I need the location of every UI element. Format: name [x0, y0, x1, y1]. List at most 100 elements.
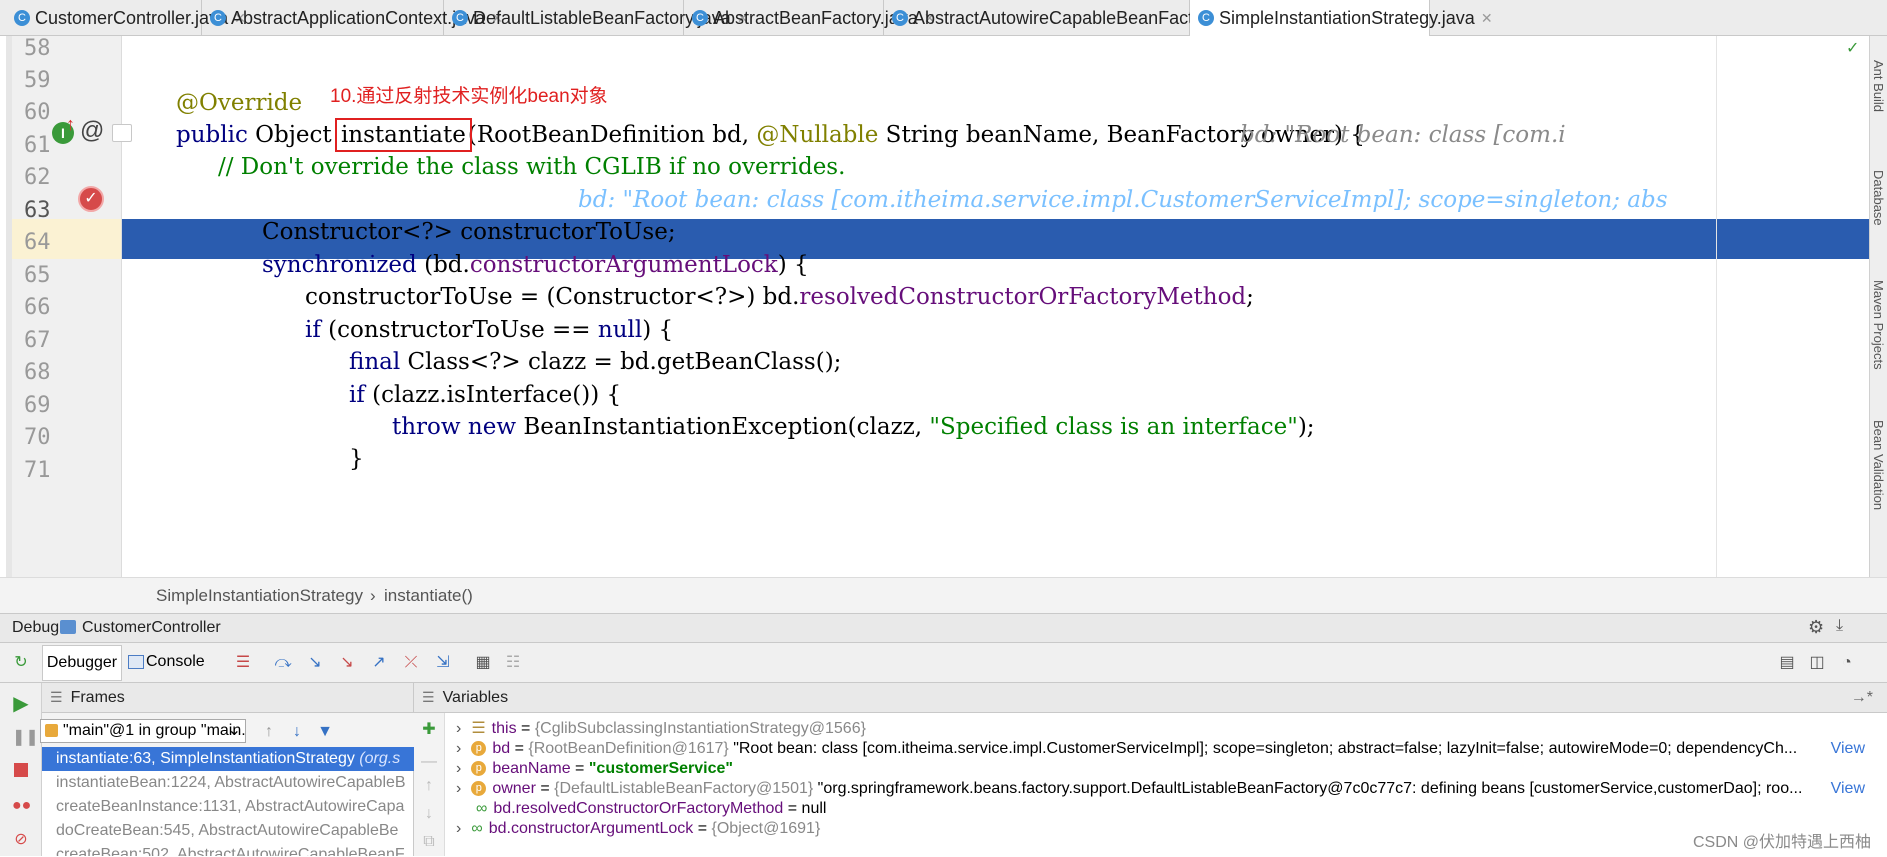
overhead-icon[interactable]: ◔	[1838, 654, 1856, 672]
new-watch-icon[interactable]: ✚	[420, 721, 438, 739]
debug-actions-strip: ▶ ❚❚ ●● ⊘	[0, 683, 42, 856]
frames-panel: ☰ Frames "main"@1 in group "main... ⌄ ↑ …	[40, 683, 414, 856]
code-line-67: if (constructorToUse == null) {	[305, 317, 674, 343]
rerun-icon[interactable]: ↻	[12, 654, 30, 672]
variable-row[interactable]: › ∞ bd.constructorArgumentLock = {Object@1…	[456, 817, 820, 841]
inline-debug-hint: bd: "Root bean: class [com.i	[1240, 122, 1566, 148]
evaluate-expression-icon[interactable]: ▦	[474, 654, 492, 672]
frame-row[interactable]: instantiate:63, SimpleInstantiationStrat…	[42, 747, 414, 771]
close-icon[interactable]: ✕	[1481, 10, 1493, 27]
variables-tree: › ☰ this = {CglibSubclassingInstantiationS…	[456, 717, 1856, 857]
code-line-60: @Override	[176, 90, 303, 116]
run-config-name[interactable]: CustomerController	[82, 619, 221, 637]
next-frame-icon[interactable]: ↓	[288, 723, 306, 741]
class-icon: C	[210, 10, 226, 26]
remove-watch-icon[interactable]: —	[420, 753, 438, 771]
line-number: 70	[24, 425, 51, 450]
variables-toolbar: ✚ — ↑ ↓ ⧉	[414, 713, 445, 856]
frame-row[interactable]: doCreateBean:545, AbstractAutowireCapabl…	[42, 819, 414, 843]
field-watch-icon: ∞	[471, 820, 483, 837]
line-number: 62	[24, 165, 51, 190]
frame-row[interactable]: instantiateBean:1224, AbstractAutowireCa…	[42, 771, 414, 795]
show-execution-point-icon[interactable]: ☰	[234, 654, 252, 672]
memory-icon[interactable]: ◫	[1808, 654, 1826, 672]
force-step-into-icon[interactable]: ↘	[338, 654, 356, 672]
right-margin-guide	[1716, 36, 1717, 577]
resume-icon[interactable]: ▶	[12, 694, 30, 714]
code-line-65: synchronized (bd.constructorArgumentLock…	[262, 252, 809, 278]
tab-debugger[interactable]: Debugger	[42, 645, 122, 681]
tab-console[interactable]: Console →*	[124, 645, 224, 704]
chevron-right-icon[interactable]: ›	[456, 780, 461, 797]
view-breakpoints-icon[interactable]: ●●	[12, 797, 31, 815]
tool-ant-build[interactable]: Ant Build	[1871, 60, 1886, 112]
tab-abstract-application-context[interactable]: C AbstractApplicationContext.java ✕	[202, 0, 503, 36]
code-line-61: public Object instantiate(RootBeanDefini…	[176, 118, 1365, 152]
line-number: 68	[24, 360, 51, 385]
breadcrumb-method[interactable]: instantiate()	[384, 586, 473, 606]
breakpoint-icon[interactable]: ✓	[78, 186, 104, 212]
filter-icon[interactable]: ▼	[316, 723, 334, 741]
line-number: 67	[24, 328, 51, 353]
parameter-icon: p	[471, 781, 487, 797]
line-number: 65	[24, 263, 51, 288]
chevron-right-icon[interactable]: ›	[456, 760, 461, 777]
tab-abstract-autowire-capable-bean-factory[interactable]: C AbstractAutowireCapableBeanFactory.java…	[884, 0, 1273, 36]
step-into-icon[interactable]: ↘	[306, 654, 324, 672]
frame-row[interactable]: createBean:502, AbstractAutowireCapableB…	[42, 843, 414, 856]
line-number: 71	[24, 458, 51, 483]
trace-icon[interactable]: ☷	[504, 654, 522, 672]
annotation-icon[interactable]: @	[80, 117, 104, 145]
tool-bean-validation[interactable]: Bean Validation	[1871, 420, 1886, 510]
list-icon: ☰	[422, 689, 435, 705]
pin-icon[interactable]: →*	[1851, 689, 1873, 707]
stop-icon[interactable]	[12, 763, 30, 781]
step-out-icon[interactable]: ↗	[370, 654, 388, 672]
tab-simple-instantiation-strategy[interactable]: C SimpleInstantiationStrategy.java ✕	[1190, 0, 1493, 36]
breadcrumb-separator: ›	[370, 586, 376, 605]
parameter-icon: p	[471, 741, 487, 757]
line-number: 58	[24, 36, 51, 61]
parameter-icon: p	[471, 761, 487, 777]
thread-select[interactable]: "main"@1 in group "main... ⌄	[40, 719, 246, 743]
fold-marker-icon[interactable]	[112, 124, 132, 142]
restore-layout-icon[interactable]: ▤	[1778, 654, 1796, 672]
frame-row[interactable]: createBeanInstance:1131, AbstractAutowir…	[42, 795, 414, 819]
move-down-icon[interactable]: ↓	[420, 805, 438, 823]
copy-icon[interactable]: ⧉	[420, 833, 438, 851]
tool-maven-projects[interactable]: Maven Projects	[1871, 280, 1886, 370]
code-line-66: constructorToUse = (Constructor<?>) bd.r…	[305, 284, 1254, 310]
check-icon: ✓	[1846, 40, 1860, 57]
previous-frame-icon[interactable]: ↑	[260, 723, 278, 741]
chevron-right-icon[interactable]: ›	[456, 820, 461, 837]
chevron-right-icon[interactable]: ›	[456, 740, 461, 757]
inline-debug-hint-current: bd: "Root bean: class [com.itheima.servi…	[578, 187, 1668, 213]
pause-icon[interactable]: ❚❚	[12, 729, 39, 747]
view-link[interactable]: View	[1826, 737, 1865, 761]
variables-header: ☰ Variables →*	[414, 683, 1887, 713]
class-icon: C	[892, 10, 908, 26]
tab-customer-controller[interactable]: C CustomerController.java ✕	[6, 0, 246, 36]
breadcrumb-class[interactable]: SimpleInstantiationStrategy	[156, 586, 363, 606]
arrow-up-icon: ↑	[66, 114, 75, 134]
mute-breakpoints-icon[interactable]: ⊘	[12, 831, 30, 849]
class-icon: C	[692, 10, 708, 26]
debug-tool-window-header: Debug CustomerController ⚙ ⤓	[0, 613, 1887, 643]
move-up-icon[interactable]: ↑	[420, 777, 438, 795]
drop-frame-icon[interactable]: ⤫	[402, 654, 420, 672]
chevron-right-icon[interactable]: ›	[456, 720, 461, 737]
list-icon: ☰	[471, 720, 486, 737]
run-to-cursor-icon[interactable]: ⇲	[434, 654, 452, 672]
view-link[interactable]: View	[1826, 777, 1865, 801]
line-number-current: 63	[24, 198, 51, 223]
hide-icon[interactable]: ⤓	[1836, 617, 1843, 635]
tool-database[interactable]: Database	[1871, 170, 1886, 226]
annotation-text: 10.通过反射技术实例化bean对象	[330, 86, 608, 107]
tab-abstract-bean-factory[interactable]: C AbstractBeanFactory.java ✕	[684, 0, 936, 36]
tab-default-listable-bean-factory[interactable]: C DefaultListableBeanFactory.java ✕	[444, 0, 749, 36]
variables-panel: ☰ Variables →* ✚ — ↑ ↓ ⧉ › ☰ this = {Cglib…	[414, 683, 1887, 856]
debug-toolbar: ↻ Debugger Console →* ☰ ⤼ ↘ ↘ ↗ ⤫ ⇲ ▦ ☷ …	[0, 643, 1887, 704]
step-over-icon[interactable]: ⤼	[274, 654, 292, 672]
gear-icon[interactable]: ⚙	[1808, 617, 1824, 638]
run-config-icon	[60, 620, 76, 634]
